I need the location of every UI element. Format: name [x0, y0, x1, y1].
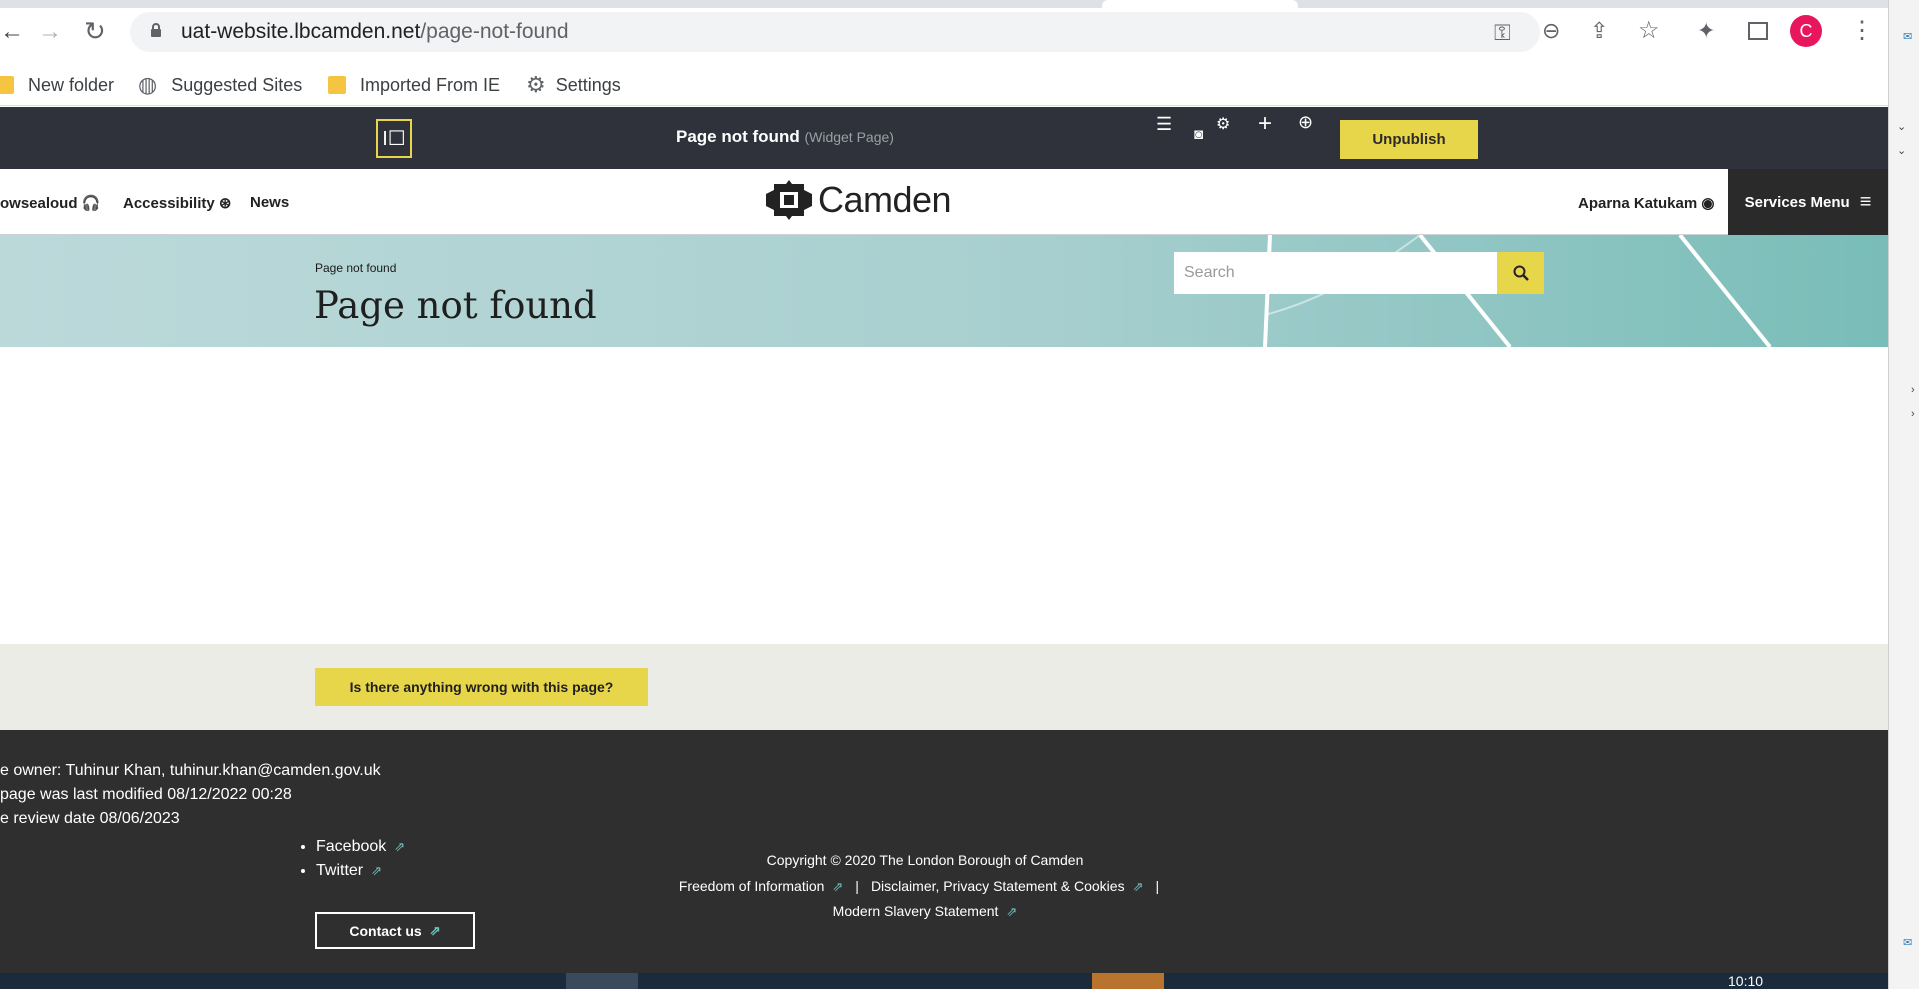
copyright: Copyright © 2020 The London Borough of C…: [766, 852, 1084, 868]
profile-initial: C: [1799, 20, 1813, 41]
profile-avatar[interactable]: C: [1790, 15, 1822, 47]
user-icon: ◉: [1701, 195, 1715, 212]
menu-dots-icon[interactable]: ⋮: [1850, 16, 1874, 45]
bookmark-star-icon[interactable]: ☆: [1638, 16, 1660, 45]
camden-logo-mark-icon: [766, 180, 812, 220]
site-footer: e owner: Tuhinur Khan, tuhinur.khan@camd…: [0, 730, 1888, 973]
folder-icon: [0, 76, 14, 94]
sliders-icon[interactable]: ☰: [1156, 114, 1172, 135]
bookmark-imported-from-ie[interactable]: Imported From IE: [328, 64, 500, 106]
external-link-icon: ⇗: [429, 922, 441, 938]
mail-icon[interactable]: ✉: [1903, 30, 1912, 43]
logo-text: Camden: [818, 179, 952, 220]
search-input[interactable]: [1174, 252, 1497, 294]
accessibility-icon: ⊛: [218, 195, 232, 212]
side-panel-icon[interactable]: [1748, 22, 1768, 40]
forward-icon[interactable]: →: [38, 18, 62, 46]
taskbar-chrome-app[interactable]: [566, 973, 638, 989]
browsealoud-link[interactable]: owsealoud 🎧: [0, 194, 100, 212]
legal-links-row-2: Modern Slavery Statement ⇗: [0, 903, 1850, 920]
banner-decoration: [1263, 235, 1772, 347]
camden-logo[interactable]: Camden: [766, 178, 952, 222]
bookmark-new-folder[interactable]: New folder: [0, 64, 114, 106]
os-taskbar: 10:10: [0, 973, 1888, 989]
admin-page-title: Page not found (Widget Page): [676, 127, 894, 146]
bookmark-settings[interactable]: ⚙ Settings: [526, 64, 621, 106]
external-link-icon: ⇗: [1132, 879, 1144, 894]
unpublish-button[interactable]: Unpublish: [1340, 120, 1478, 159]
headphones-icon: 🎧: [81, 195, 101, 212]
feedback-strip: [0, 644, 1888, 730]
page-banner: [0, 235, 1888, 347]
gear-icon: ⚙: [526, 72, 546, 97]
site-search: [1174, 252, 1544, 294]
lock-icon[interactable]: [150, 22, 162, 38]
tab-strip: [0, 0, 1888, 8]
share-icon[interactable]: ⇪: [1590, 18, 1608, 44]
taskbar-explorer-app[interactable]: [1092, 973, 1164, 989]
zoom-out-icon[interactable]: ⊖: [1542, 18, 1560, 44]
admin-bar: [0, 107, 1888, 169]
key-icon[interactable]: ⚿: [1494, 20, 1511, 46]
side-panel: ⌄ ⌄ › › ✉ ✉: [1888, 0, 1919, 989]
bookmark-suggested-sites[interactable]: ◍ Suggested Sites: [138, 64, 302, 106]
search-icon: [1513, 265, 1529, 281]
breadcrumb[interactable]: Page not found: [315, 261, 396, 275]
disclaimer-link[interactable]: Disclaimer, Privacy Statement & Cookies ⇗: [871, 878, 1144, 894]
taskbar-clock: 10:10: [1728, 973, 1764, 989]
page-title: Page not found: [314, 284, 597, 327]
modern-slavery-link[interactable]: Modern Slavery Statement ⇗: [833, 903, 1018, 919]
globe-icon: ◍: [138, 72, 158, 97]
folder-icon: [328, 76, 346, 94]
target-icon[interactable]: ⊕: [1298, 112, 1313, 133]
user-account-link[interactable]: Aparna Katukam ◉: [1578, 194, 1714, 212]
chevron-right-icon[interactable]: ›: [1911, 384, 1915, 396]
news-link[interactable]: News: [250, 194, 289, 211]
external-link-icon: ⇗: [832, 879, 844, 894]
gear-icon[interactable]: ⚙: [1216, 114, 1230, 134]
report-problem-button[interactable]: Is there anything wrong with this page?: [315, 668, 648, 706]
freedom-of-information-link[interactable]: Freedom of Information ⇗: [679, 878, 843, 894]
search-button[interactable]: [1497, 252, 1544, 294]
review-date: e review date 08/06/2023: [0, 810, 180, 827]
chevron-right-icon[interactable]: ›: [1911, 408, 1915, 420]
active-tab[interactable]: [1102, 0, 1298, 8]
sidebar-toggle-button[interactable]: I☐: [376, 119, 412, 158]
hamburger-icon: ≡: [1859, 190, 1872, 213]
accessibility-link[interactable]: Accessibility ⊛: [123, 194, 231, 212]
page-owner: e owner: Tuhinur Khan, tuhinur.khan@camd…: [0, 762, 381, 779]
external-link-icon: ⇗: [1006, 904, 1018, 919]
plus-icon[interactable]: +: [1258, 110, 1272, 138]
reload-icon[interactable]: ↻: [84, 16, 106, 47]
last-modified: page was last modified 08/12/2022 00:28: [0, 786, 292, 803]
services-menu-button[interactable]: Services Menu ≡: [1728, 169, 1888, 235]
legal-links: Freedom of Information ⇗ | Disclaimer, Priv…: [678, 878, 1160, 894]
chevron-down-icon[interactable]: ⌄: [1897, 144, 1906, 157]
back-icon[interactable]: ←: [0, 18, 24, 46]
extensions-icon[interactable]: ✦: [1697, 18, 1715, 44]
mail-icon[interactable]: ✉: [1903, 936, 1912, 949]
camera-icon[interactable]: ◙: [1194, 126, 1203, 143]
chevron-down-icon[interactable]: ⌄: [1897, 120, 1906, 133]
bookmarks-bar: New folder ◍ Suggested Sites Imported Fro…: [0, 64, 1888, 106]
url-text[interactable]: uat-website.lbcamden.net/page-not-found: [181, 20, 569, 44]
